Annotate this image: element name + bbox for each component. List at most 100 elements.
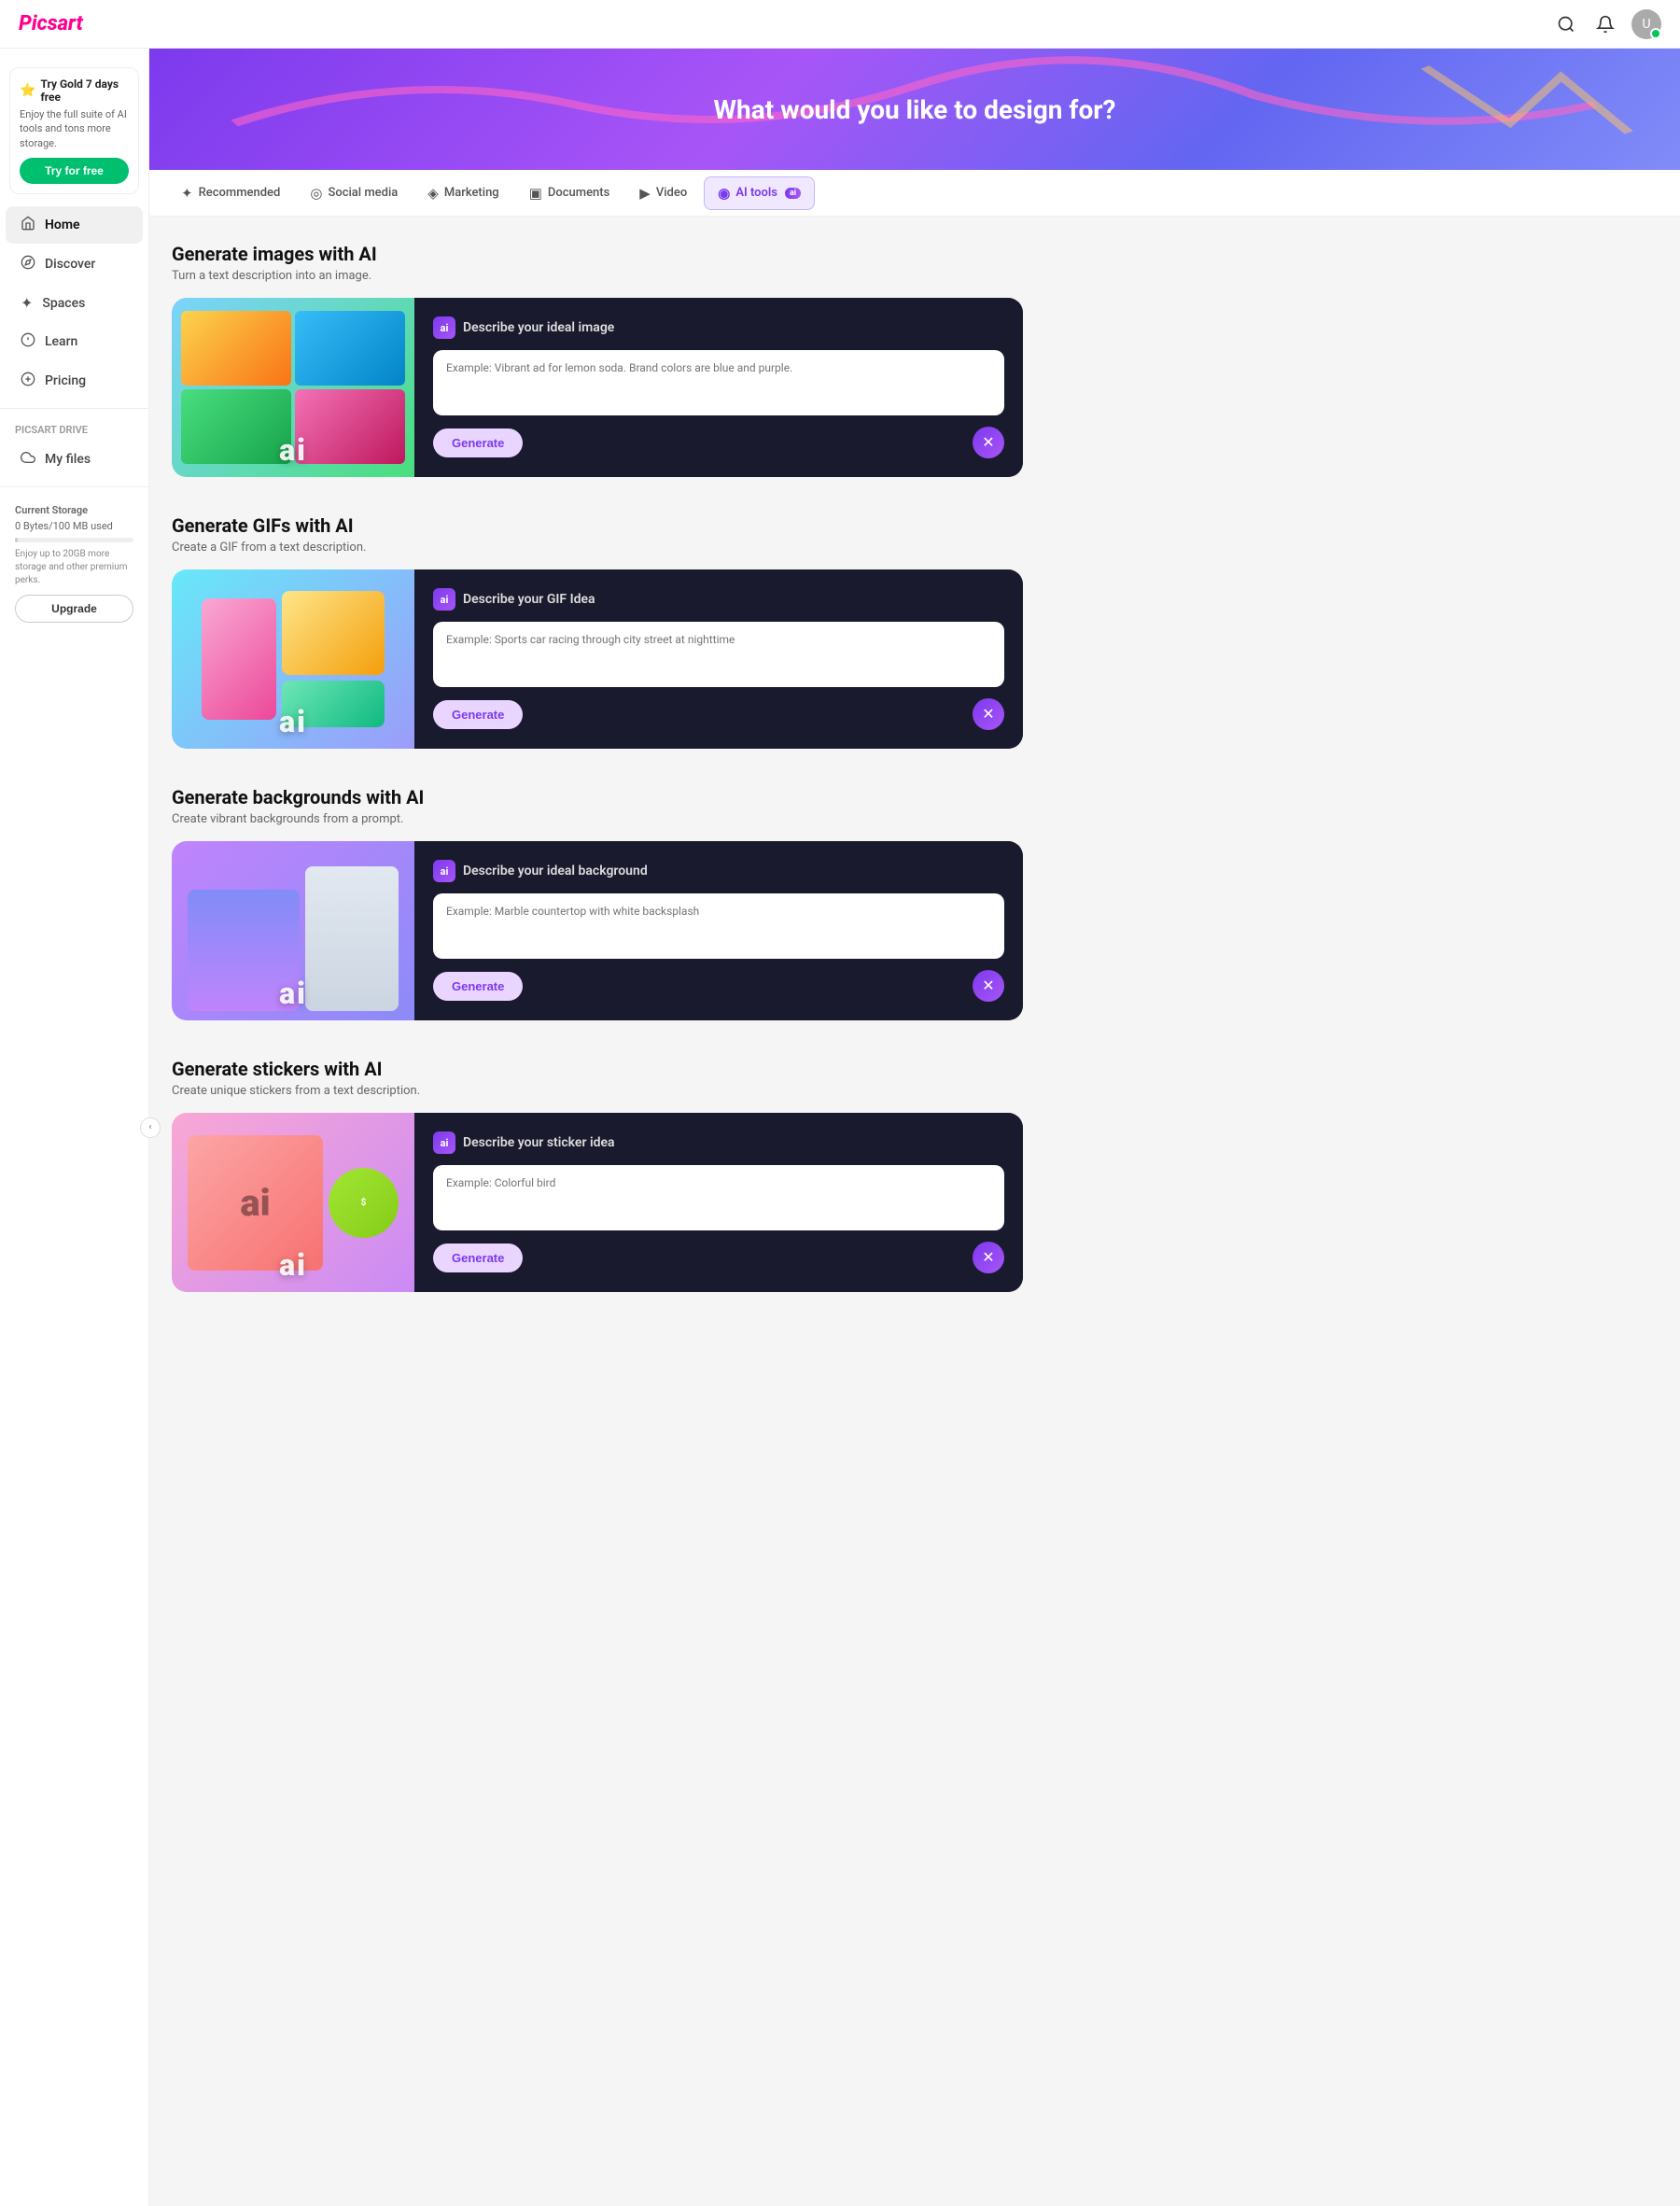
picsart-logo[interactable]: Picsart <box>19 12 83 35</box>
sidebar-item-discover[interactable]: Discover <box>6 246 143 283</box>
generate-gifs-title: Generate GIFs with AI <box>172 514 1023 537</box>
gifs-preview: ai <box>172 569 414 749</box>
preview-img-4 <box>295 389 405 464</box>
tab-ai-tools[interactable]: ◉ AI tools ai <box>704 176 815 210</box>
ai-logo-gifs: ai <box>433 588 455 611</box>
generate-stickers-subtitle: Create unique stickers from a text descr… <box>172 1084 1023 1098</box>
gold-promo-card: ⭐ Try Gold 7 days free Enjoy the full su… <box>9 67 139 194</box>
ai-watermark-gifs: ai <box>279 704 307 739</box>
gifs-magic-button[interactable]: ✕ <box>973 698 1004 730</box>
sticker-preview-2: $ <box>329 1168 399 1238</box>
gold-promo-title: ⭐ Try Gold 7 days free <box>20 77 129 104</box>
generate-backgrounds-subtitle: Create vibrant backgrounds from a prompt… <box>172 812 1023 826</box>
bg-preview-2 <box>305 866 399 1011</box>
social-icon: ◎ <box>310 185 322 202</box>
upgrade-button[interactable]: Upgrade <box>15 595 133 623</box>
stickers-magic-button[interactable]: ✕ <box>973 1242 1004 1273</box>
sidebar-home-label: Home <box>45 218 80 232</box>
my-files-label: My files <box>45 452 91 467</box>
backgrounds-form-footer: Generate ✕ <box>433 970 1004 1002</box>
learn-icon <box>21 332 35 351</box>
gifs-form-header: ai Describe your GIF Idea <box>433 588 1004 611</box>
sidebar-item-pricing[interactable]: Pricing <box>6 362 143 400</box>
images-form-label: Describe your ideal image <box>463 320 614 335</box>
search-icon[interactable] <box>1553 11 1579 37</box>
video-icon: ▶ <box>639 185 651 202</box>
images-form: ai Describe your ideal image Generate ✕ <box>414 298 1023 477</box>
backgrounds-form: ai Describe your ideal background Genera… <box>414 841 1023 1020</box>
hero-title: What would you like to design for? <box>714 94 1116 125</box>
avatar-online-badge <box>1650 28 1661 39</box>
sidebar-item-learn[interactable]: Learn <box>6 323 143 360</box>
generate-stickers-card: ai $ ai ai Describe your sticker idea <box>172 1113 1023 1292</box>
generate-gifs-section: Generate GIFs with AI Create a GIF from … <box>172 514 1023 749</box>
avatar[interactable]: U <box>1631 9 1661 39</box>
sidebar-wrapper: ⭐ Try Gold 7 days free Enjoy the full su… <box>0 49 149 2206</box>
generate-stickers-title: Generate stickers with AI <box>172 1058 1023 1080</box>
storage-title: Current Storage <box>15 504 133 516</box>
sidebar-item-spaces[interactable]: ✦ Spaces <box>6 285 143 321</box>
drive-section-label: Picsart Drive <box>0 416 148 440</box>
gif-preview-1 <box>202 598 276 720</box>
sidebar-pricing-label: Pricing <box>45 373 86 388</box>
gifs-textarea[interactable] <box>433 622 1004 687</box>
gifs-generate-button[interactable]: Generate <box>433 700 523 729</box>
backgrounds-magic-button[interactable]: ✕ <box>973 970 1004 1002</box>
gifs-form: ai Describe your GIF Idea Generate ✕ <box>414 569 1023 749</box>
sidebar-spaces-label: Spaces <box>42 296 85 311</box>
storage-used: 0 Bytes/100 MB used <box>15 520 133 532</box>
generate-backgrounds-card: ai ai Describe your ideal background Gen… <box>172 841 1023 1020</box>
sidebar-divider-2 <box>0 486 148 487</box>
tab-video-label: Video <box>656 186 687 200</box>
tab-marketing[interactable]: ◈ Marketing <box>414 177 511 209</box>
sidebar-item-home[interactable]: Home <box>6 206 143 244</box>
sidebar-collapse-button[interactable]: ‹ <box>140 1117 161 1138</box>
cloud-icon <box>21 450 35 469</box>
main-content: What would you like to design for? ✦ Rec… <box>149 49 1680 2206</box>
stickers-form: ai Describe your sticker idea Generate ✕ <box>414 1113 1023 1292</box>
stickers-generate-button[interactable]: Generate <box>433 1244 523 1272</box>
sticker-ai-text: ai <box>240 1181 270 1225</box>
discover-icon <box>21 255 35 274</box>
tab-recommended[interactable]: ✦ Recommended <box>168 177 293 209</box>
sidebar-item-my-files[interactable]: My files <box>6 441 143 478</box>
tab-video[interactable]: ▶ Video <box>626 177 700 209</box>
tab-social-label: Social media <box>328 186 398 200</box>
stickers-form-label: Describe your sticker idea <box>463 1135 615 1150</box>
images-textarea[interactable] <box>433 350 1004 415</box>
ai-logo-images: ai <box>433 316 455 339</box>
gold-promo-desc: Enjoy the full suite of AI tools and ton… <box>20 107 129 150</box>
pricing-icon <box>21 372 35 390</box>
generate-images-title: Generate images with AI <box>172 243 1023 265</box>
tab-social-media[interactable]: ◎ Social media <box>297 177 411 209</box>
content-area: Generate images with AI Turn a text desc… <box>149 217 1045 1356</box>
images-generate-button[interactable]: Generate <box>433 429 523 457</box>
tab-ai-tools-label: AI tools <box>735 186 777 200</box>
sidebar: ⭐ Try Gold 7 days free Enjoy the full su… <box>0 49 149 2206</box>
preview-img-1 <box>181 311 291 386</box>
images-magic-button[interactable]: ✕ <box>973 427 1004 458</box>
tab-documents[interactable]: ▣ Documents <box>516 177 623 209</box>
ai-logo-sticker: ai <box>433 1131 455 1154</box>
tabs-bar: ✦ Recommended ◎ Social media ◈ Marketing… <box>149 170 1680 217</box>
generate-images-card: ai ai Describe your ideal image Generate… <box>172 298 1023 477</box>
stickers-textarea[interactable] <box>433 1165 1004 1230</box>
try-gold-button[interactable]: Try for free <box>20 158 129 184</box>
stickers-form-footer: Generate ✕ <box>433 1242 1004 1273</box>
gif-preview-2 <box>282 591 385 675</box>
tab-recommended-label: Recommended <box>199 186 281 200</box>
backgrounds-generate-button[interactable]: Generate <box>433 972 523 1001</box>
home-icon <box>21 216 35 234</box>
marketing-icon: ◈ <box>427 185 439 202</box>
images-form-header: ai Describe your ideal image <box>433 316 1004 339</box>
generate-backgrounds-title: Generate backgrounds with AI <box>172 786 1023 808</box>
ai-tools-icon: ◉ <box>718 185 730 202</box>
documents-icon: ▣ <box>529 185 542 202</box>
generate-gifs-subtitle: Create a GIF from a text description. <box>172 541 1023 555</box>
ai-watermark-sticker: ai <box>279 1247 307 1283</box>
recommended-icon: ✦ <box>181 185 193 202</box>
sidebar-divider-1 <box>0 408 148 409</box>
generate-images-subtitle: Turn a text description into an image. <box>172 269 1023 283</box>
backgrounds-textarea[interactable] <box>433 893 1004 959</box>
notification-icon[interactable] <box>1592 11 1618 37</box>
